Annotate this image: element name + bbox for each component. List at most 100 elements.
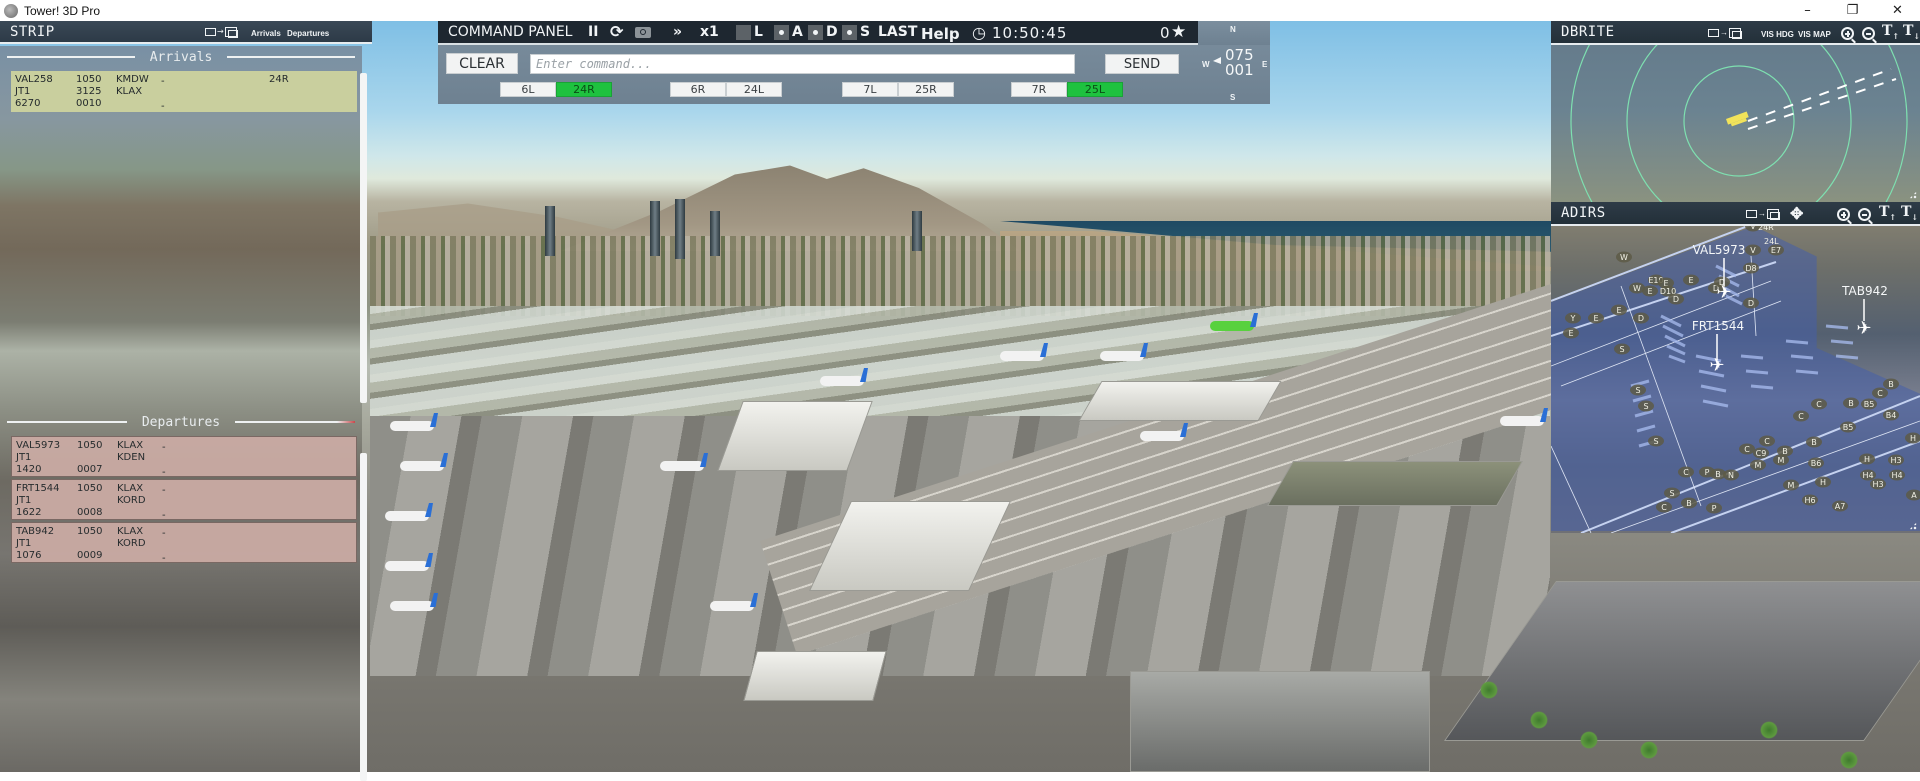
callsign-label[interactable]: VAL5973 [1693, 243, 1746, 257]
divider [235, 421, 355, 423]
clear-button[interactable]: CLEAR [446, 53, 518, 74]
wind-compass: N S W E 075 001 [1198, 21, 1270, 104]
runway-25R-button[interactable]: 25R [898, 82, 954, 97]
zoom-out-icon[interactable] [1858, 208, 1873, 225]
help-button[interactable]: Help [921, 25, 960, 43]
aircraft[interactable] [1500, 416, 1544, 426]
minimize-button[interactable]: – [1785, 0, 1830, 21]
callsign-label[interactable]: TAB942 [1841, 284, 1888, 298]
departures-link[interactable]: Departures [287, 29, 329, 38]
taxiway-label: B [1782, 447, 1788, 456]
dbrite-title: DBRITE [1561, 24, 1615, 40]
checkbox[interactable] [842, 24, 857, 40]
departures-list: VAL5973 1050 KLAX - JT1 KDEN 1420 0007 -… [11, 436, 357, 565]
filter-label: D [826, 24, 838, 40]
sim-speed[interactable]: x1 [700, 24, 719, 40]
aircraft-icon[interactable]: ✈ [1709, 355, 1724, 376]
taxiway-label: C [1816, 400, 1822, 409]
runway-7L-button[interactable]: 7L [842, 82, 898, 97]
strip-runway: 24R [269, 74, 289, 85]
arrivals-link[interactable]: Arrivals [251, 29, 281, 38]
maximize-button[interactable]: ❐ [1830, 0, 1875, 21]
aircraft[interactable] [1140, 431, 1184, 441]
zoom-in-icon[interactable] [1841, 27, 1856, 44]
camera-icon[interactable] [635, 27, 651, 38]
arrivals-title: Arrivals [149, 49, 213, 65]
taxiway-label: C [1683, 468, 1689, 477]
vis-map-button[interactable]: VIS MAP [1798, 30, 1831, 39]
taxiway-label: S [1669, 489, 1674, 498]
strip-destination: KLAX [116, 86, 143, 97]
zoom-in-icon[interactable] [1837, 208, 1852, 225]
popout-window-icon[interactable]: → [1708, 28, 1742, 39]
runway-label: 24R [1758, 226, 1774, 232]
checkbox[interactable] [808, 24, 823, 40]
strip-squawk: 1076 [16, 550, 42, 561]
send-button[interactable]: SEND [1105, 54, 1179, 74]
aircraft[interactable] [400, 461, 444, 471]
filter-departures[interactable]: D [808, 24, 838, 40]
filter-label: L [754, 24, 763, 40]
departure-strip[interactable]: FRT1544 1050 KLAX - JT1 KORD 1622 0008 - [11, 479, 357, 521]
filter-arrivals[interactable]: A [774, 24, 803, 40]
aircraft[interactable] [1210, 321, 1254, 331]
strip-destination: KORD [117, 495, 146, 506]
move-icon[interactable]: ✥ [1790, 204, 1803, 224]
text-size-up-icon[interactable]: T↑ [1879, 204, 1896, 222]
aircraft[interactable] [385, 561, 429, 571]
pause-button[interactable]: II [588, 24, 598, 40]
aircraft[interactable] [390, 601, 434, 611]
text-size-up-icon[interactable]: T↑ [1882, 23, 1899, 41]
checkbox[interactable] [774, 24, 789, 40]
runway-6L-button[interactable]: 6L [500, 82, 556, 97]
command-input[interactable] [530, 54, 1075, 74]
popout-window-icon[interactable]: → [205, 27, 238, 38]
departure-strip[interactable]: TAB942 1050 KLAX - JT1 KORD 1076 0009 - [11, 522, 357, 564]
aircraft[interactable] [390, 421, 434, 431]
taxiway-label: W [1633, 284, 1641, 293]
strip-callsign: VAL258 [15, 74, 53, 85]
fast-forward-button[interactable]: » [673, 24, 682, 40]
close-button[interactable]: ✕ [1875, 0, 1920, 21]
runway-24R-button[interactable]: 24R [556, 82, 612, 97]
dbrite-radar-panel[interactable]: DBRITE → VIS HDG VIS MAP T↑ T↓ [1551, 21, 1920, 202]
departure-strip[interactable]: VAL5973 1050 KLAX - JT1 KDEN 1420 0007 - [11, 436, 357, 478]
taxiway-label: P [1705, 468, 1710, 477]
range-ring [1626, 21, 1852, 202]
filter-label: A [792, 24, 803, 40]
strip-panel-header: STRIP → Arrivals Departures [0, 21, 372, 44]
arrivals-scrollbar[interactable] [360, 73, 367, 403]
text-size-down-icon[interactable]: T↓ [1901, 204, 1918, 222]
runway-7R-button[interactable]: 7R [1011, 82, 1067, 97]
taxiway-label: C9 [1756, 449, 1767, 458]
aircraft[interactable] [710, 601, 754, 611]
aircraft[interactable] [1000, 351, 1044, 361]
last-button[interactable]: LAST [878, 24, 917, 40]
departures-scrollbar[interactable] [360, 453, 367, 781]
text-size-down-icon[interactable]: T↓ [1903, 23, 1920, 41]
callsign-label[interactable]: FRT1544 [1692, 319, 1744, 333]
aircraft[interactable] [1100, 351, 1144, 361]
aircraft-icon[interactable]: ✈ [1856, 318, 1871, 339]
checkbox[interactable] [736, 24, 751, 40]
taxiway-label: B6 [1811, 459, 1822, 468]
adirs-ground-radar-panel[interactable]: V V E7 W E10 E E D D D8 D W E D10 D Y E E E D S S S S C P B N C S B P C C… [1551, 202, 1920, 533]
vis-hdg-button[interactable]: VIS HDG [1761, 30, 1794, 39]
palm-tree [1640, 741, 1658, 759]
runway-24L-button[interactable]: 24L [726, 82, 782, 97]
strip-aircraft-type: JT1 [16, 452, 32, 463]
aircraft-icon[interactable]: ✈ [1716, 282, 1731, 303]
taxiway-label: H3 [1890, 456, 1901, 465]
restart-icon[interactable]: ⟳ [610, 22, 623, 41]
filter-s[interactable]: S [842, 24, 870, 40]
runway-25L-button[interactable]: 25L [1067, 82, 1123, 97]
strip-panel-background [0, 46, 362, 772]
zoom-out-icon[interactable] [1862, 27, 1877, 44]
aircraft[interactable] [820, 376, 864, 386]
aircraft[interactable] [660, 461, 704, 471]
arrival-strip[interactable]: VAL258 1050 KMDW - 24R JT1 3125 KLAX 627… [11, 71, 357, 112]
runway-6R-button[interactable]: 6R [670, 82, 726, 97]
aircraft[interactable] [385, 511, 429, 521]
popout-window-icon[interactable]: → [1746, 209, 1780, 220]
filter-landing[interactable]: L [736, 24, 763, 40]
